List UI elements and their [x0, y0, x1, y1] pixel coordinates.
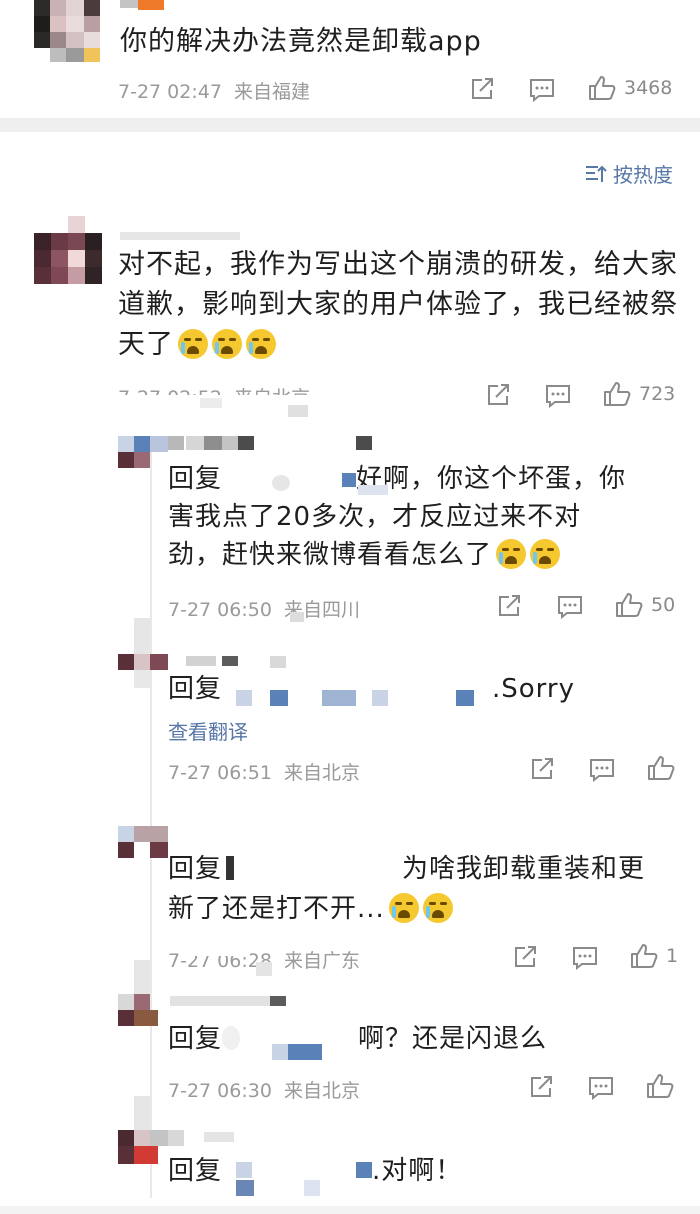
- crying-face-icon: [422, 893, 453, 923]
- thumbs-up-icon: [616, 593, 643, 617]
- thumbs-up-icon: [648, 756, 675, 780]
- share-icon: [515, 946, 536, 967]
- share-icon: [472, 78, 493, 99]
- comment-icon: [546, 385, 570, 408]
- like-count: 50: [651, 594, 676, 616]
- comment-button[interactable]: [557, 595, 583, 619]
- comment-button[interactable]: [589, 758, 615, 782]
- like-button[interactable]: [646, 1073, 674, 1099]
- reply-body-line1: 为啥我卸载重装和更: [402, 854, 646, 884]
- share-button[interactable]: [486, 383, 512, 407]
- comment-meta: 7-27 02:47 来自福建: [118, 77, 310, 104]
- reply-prefix: 回复: [168, 464, 223, 494]
- reply-location: 来自北京: [283, 1080, 360, 1102]
- comment-button[interactable]: [572, 946, 598, 970]
- reply-location: 来自北京: [283, 762, 360, 784]
- like-button[interactable]: 50: [615, 592, 675, 618]
- crying-face-icon: [246, 329, 276, 359]
- crying-face-icon: [388, 893, 419, 923]
- like-button[interactable]: 1: [630, 943, 678, 969]
- reply-prefix: 回复: [168, 674, 223, 704]
- reply-time: 7-27 06:51: [168, 762, 272, 784]
- comment-location: 来自福建: [233, 81, 310, 103]
- reply-location: 来自广东: [283, 950, 360, 972]
- thumbs-up-icon: [631, 944, 658, 968]
- avatar[interactable]: [34, 216, 102, 284]
- sort-label: 按热度: [613, 163, 673, 187]
- reply-body: .对啊！: [372, 1156, 463, 1186]
- section-divider: [0, 118, 700, 132]
- share-button[interactable]: [497, 594, 523, 618]
- reply-body: .Sorry: [492, 674, 575, 704]
- thumbs-up-icon: [647, 1074, 674, 1098]
- crying-face-icon: [178, 329, 208, 359]
- comment-button[interactable]: [545, 384, 571, 408]
- bottom-edge: [0, 1206, 700, 1214]
- sort-button[interactable]: 按热度: [585, 159, 673, 188]
- comment-icon: [558, 596, 582, 619]
- like-count: 3468: [624, 77, 673, 99]
- reply-meta: 7-27 06:50 来自四川: [168, 595, 360, 622]
- reply-prefix: 回复: [168, 1156, 223, 1186]
- thumbs-up-icon: [604, 382, 631, 406]
- share-button[interactable]: [530, 757, 556, 781]
- crying-face-icon: [530, 539, 561, 569]
- share-icon: [499, 595, 520, 616]
- comment-button[interactable]: [529, 78, 555, 102]
- reply-time: 7-27 06:50: [168, 599, 272, 621]
- crying-face-icon: [212, 329, 242, 359]
- sort-icon: [586, 165, 607, 182]
- reply-text: 回复 好啊，你这个坏蛋，你害我点了20多次，才反应过来不对劲，赶快来微博看看怎么了: [168, 460, 628, 574]
- like-button[interactable]: [647, 755, 675, 781]
- comment-text: 你的解决办法竟然是卸载app: [120, 26, 482, 57]
- like-button[interactable]: 3468: [588, 75, 672, 101]
- share-icon: [532, 758, 553, 779]
- comment-button[interactable]: [588, 1076, 614, 1100]
- comment-icon: [589, 1077, 613, 1100]
- thread-line: [150, 452, 152, 1198]
- crying-face-icon: [496, 539, 527, 569]
- share-button[interactable]: [470, 77, 496, 101]
- reply-prefix: 回复: [168, 1024, 223, 1054]
- reply-body-line2: 新了还是打不开...: [168, 890, 453, 928]
- reply-prefix: 回复: [168, 854, 223, 884]
- translate-link[interactable]: 查看翻译: [168, 716, 248, 745]
- avatar[interactable]: [34, 0, 100, 62]
- reply-meta: 7-27 06:30 来自北京: [168, 1076, 360, 1103]
- share-button[interactable]: [529, 1075, 555, 1099]
- reply-time: 7-27 06:30: [168, 1080, 272, 1102]
- reply-text: 回复: [168, 1152, 222, 1190]
- share-button[interactable]: [513, 945, 539, 969]
- comment-icon: [530, 79, 554, 102]
- comment-time: 7-27 02:47: [118, 81, 222, 103]
- share-icon: [531, 1076, 552, 1097]
- reply-meta: 7-27 06:51 来自北京: [168, 758, 360, 785]
- like-count: 1: [666, 945, 679, 967]
- like-button[interactable]: 723: [603, 381, 675, 407]
- comment-text: 对不起，我作为写出这个崩溃的研发，给大家道歉，影响到大家的用户体验了，我已经被祭…: [118, 245, 678, 365]
- reply-body: 新了还是打不开...: [168, 894, 385, 924]
- thumbs-up-icon: [589, 76, 616, 100]
- share-icon: [488, 384, 509, 405]
- comment-icon: [590, 759, 614, 782]
- reply-body: 啊？还是闪退么: [358, 1024, 548, 1054]
- comment-icon: [573, 947, 597, 970]
- reply-text: 回复: [168, 1020, 222, 1058]
- like-count: 723: [639, 383, 676, 405]
